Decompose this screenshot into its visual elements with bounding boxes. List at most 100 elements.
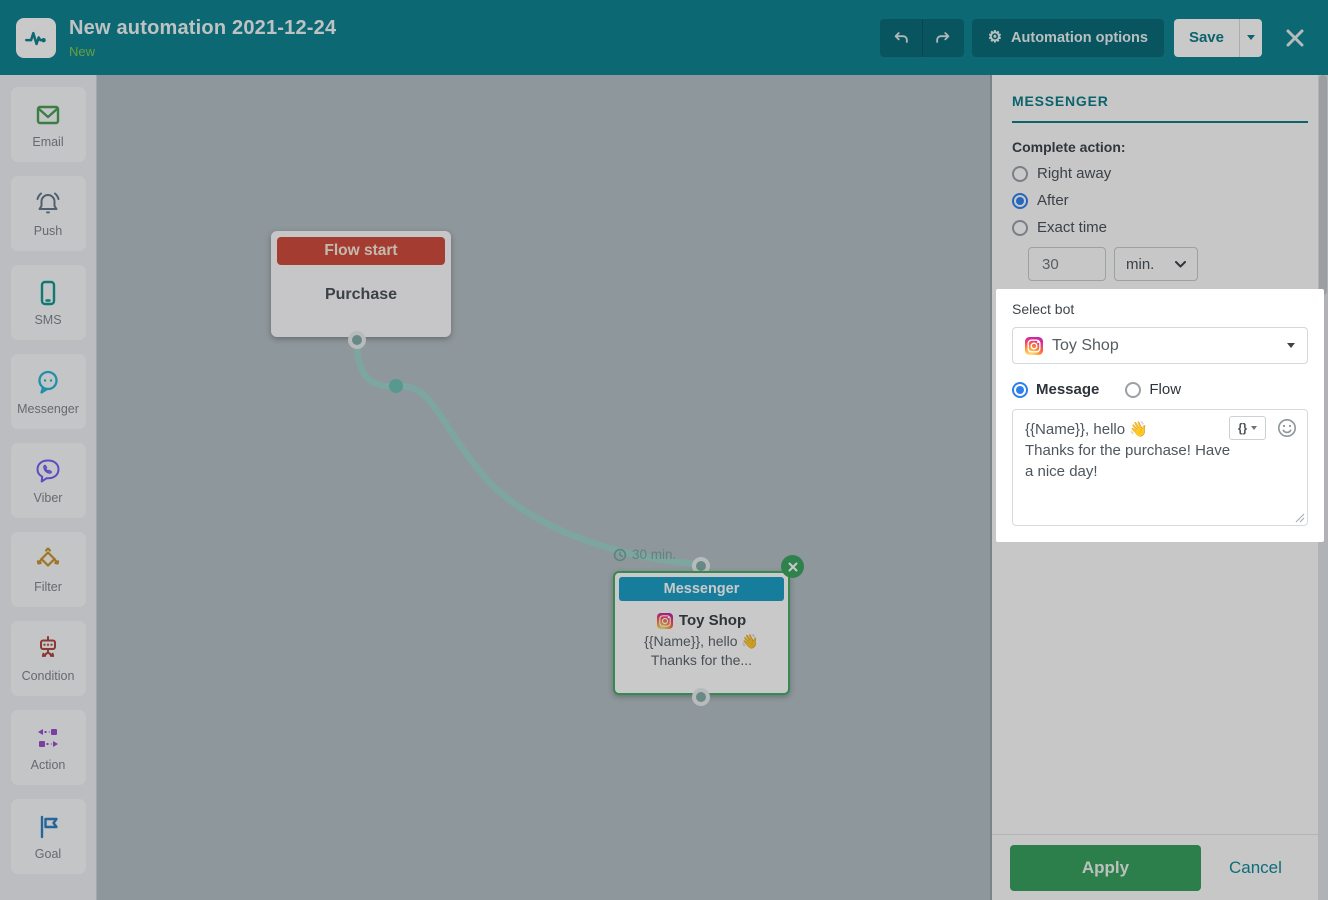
emoji-picker-button[interactable]: [1277, 418, 1297, 438]
panel-heading: MESSENGER: [1012, 93, 1109, 109]
radio-circle[interactable]: [1012, 219, 1028, 236]
radio-after[interactable]: After: [1012, 192, 1308, 209]
goal-flag-icon: [40, 815, 58, 839]
radio-label: Exact time: [1037, 219, 1108, 236]
sidebar-item-label: Push: [33, 224, 63, 238]
heading-rule: [1012, 121, 1308, 123]
settings-panel: MESSENGER Complete action: Right away Af…: [990, 75, 1328, 900]
action-arrows-icon: [38, 729, 58, 747]
radio-label: Right away: [1037, 165, 1112, 182]
smiley-icon: [1278, 419, 1296, 437]
apply-button[interactable]: Apply: [1010, 844, 1201, 891]
close-button[interactable]: [1278, 21, 1312, 55]
automation-options-button[interactable]: ⚙ Automation options: [971, 18, 1164, 57]
save-button-group: Save: [1173, 18, 1262, 57]
filter-branch-icon: [36, 547, 60, 567]
bot-select-value: Toy Shop: [1052, 336, 1119, 354]
chevron-down-icon: [1287, 343, 1295, 348]
radio-circle-selected[interactable]: [1012, 192, 1028, 209]
radio-flow[interactable]: Flow: [1125, 381, 1181, 398]
radio-circle-selected[interactable]: [1012, 381, 1028, 398]
push-bell-icon: [36, 192, 60, 214]
messenger-output-port[interactable]: [692, 688, 710, 706]
undo-button[interactable]: [879, 18, 922, 57]
sidebar-item-label: Action: [30, 758, 66, 772]
node-message-line1: {{Name}}, hello 👋: [644, 633, 759, 649]
save-button[interactable]: Save: [1174, 19, 1239, 57]
delay-unit-value: min.: [1126, 255, 1155, 273]
save-dropdown-button[interactable]: [1239, 18, 1262, 57]
flow-connector: [353, 337, 705, 568]
cancel-button[interactable]: Cancel: [1229, 858, 1282, 878]
complete-action-label: Complete action:: [1012, 139, 1126, 155]
email-envelope-icon: [36, 105, 60, 125]
radio-circle[interactable]: [1125, 381, 1142, 398]
sidebar-item-email[interactable]: Email: [9, 86, 87, 163]
delay-badge: 30 min.: [613, 547, 676, 562]
flow-canvas[interactable]: Flow start Purchase 30 min. Messenger To: [97, 75, 990, 900]
bot-select[interactable]: Toy Shop: [1012, 327, 1308, 364]
app-header: New automation 2021-12-24 New ⚙ Automati…: [0, 0, 1328, 75]
pulse-logo-icon: [25, 31, 46, 45]
sidebar-item-label: SMS: [34, 313, 62, 327]
sidebar-item-push[interactable]: Push: [9, 175, 87, 252]
delete-x-icon: [788, 562, 797, 571]
select-bot-label: Select bot: [1012, 301, 1075, 317]
close-icon: [1286, 29, 1304, 46]
instagram-icon: [656, 612, 673, 629]
radio-circle[interactable]: [1012, 165, 1028, 182]
radio-label: Flow: [1149, 381, 1182, 398]
redo-button[interactable]: [921, 18, 964, 57]
flow-start-node[interactable]: Flow start Purchase: [271, 231, 451, 337]
sidebar-item-viber[interactable]: Viber: [9, 442, 87, 519]
delete-node-button[interactable]: [781, 555, 804, 578]
delay-value-input[interactable]: [1028, 247, 1106, 281]
messenger-node[interactable]: Messenger Toy Shop {{Name}}, hello 👋 Tha…: [613, 571, 790, 695]
automation-status: New: [69, 43, 96, 59]
viber-bubble-icon: [36, 459, 60, 483]
automation-options-label: Automation options: [1011, 29, 1148, 46]
redo-icon: [936, 31, 950, 43]
sidebar-item-label: Goal: [34, 847, 62, 861]
chevron-down-icon: [1247, 35, 1255, 40]
flow-start-output-port[interactable]: [348, 331, 366, 349]
insert-variable-button[interactable]: {}: [1229, 416, 1266, 440]
app-logo: [16, 17, 56, 58]
radio-exact-time[interactable]: Exact time: [1012, 219, 1308, 236]
sms-phone-icon: [40, 280, 56, 306]
scrollbar-thumb[interactable]: [1319, 75, 1327, 295]
instagram-icon: [1025, 336, 1043, 355]
sidebar-item-label: Condition: [21, 669, 75, 683]
radio-right-away[interactable]: Right away: [1012, 165, 1308, 182]
undo-icon: [894, 31, 908, 43]
messenger-chat-icon: [38, 370, 58, 394]
textarea-resize-handle[interactable]: [1295, 513, 1305, 523]
node-bot-name: Toy Shop: [678, 612, 747, 629]
radio-message[interactable]: Message: [1012, 381, 1099, 398]
sidebar-item-label: Messenger: [17, 402, 79, 416]
sidebar-item-sms[interactable]: SMS: [9, 264, 87, 341]
sidebar-item-goal[interactable]: Goal: [9, 798, 87, 875]
gear-icon: ⚙: [987, 28, 1003, 46]
sidebar-item-label: Filter: [34, 580, 62, 594]
radio-label: After: [1037, 192, 1069, 209]
chevron-down-icon: [1251, 426, 1258, 430]
delay-unit-select[interactable]: min.: [1114, 247, 1198, 281]
node-message-line2: Thanks for the...: [650, 652, 753, 668]
sidebar-item-filter[interactable]: Filter: [9, 531, 87, 608]
save-label: Save: [1188, 29, 1224, 46]
flow-start-header: Flow start: [277, 237, 445, 265]
messenger-node-header: Messenger: [619, 577, 784, 601]
sidebar-item-messenger[interactable]: Messenger: [9, 353, 87, 430]
sidebar-item-action[interactable]: Action: [9, 709, 87, 786]
clock-icon: [613, 548, 627, 561]
sidebar-item-condition[interactable]: Condition: [9, 620, 87, 697]
radio-label: Message: [1036, 381, 1100, 398]
sidebar-item-label: Email: [32, 135, 64, 149]
select-bot-section: Select bot Toy Shop Message Flow {{Name}…: [996, 289, 1324, 542]
variables-braces-icon: {}: [1237, 421, 1248, 435]
panel-footer: Apply Cancel: [992, 834, 1328, 900]
sidebar-item-label: Viber: [33, 491, 63, 505]
delay-badge-label: 30 min.: [632, 547, 677, 562]
connector-waypoint-dot[interactable]: [389, 379, 403, 393]
